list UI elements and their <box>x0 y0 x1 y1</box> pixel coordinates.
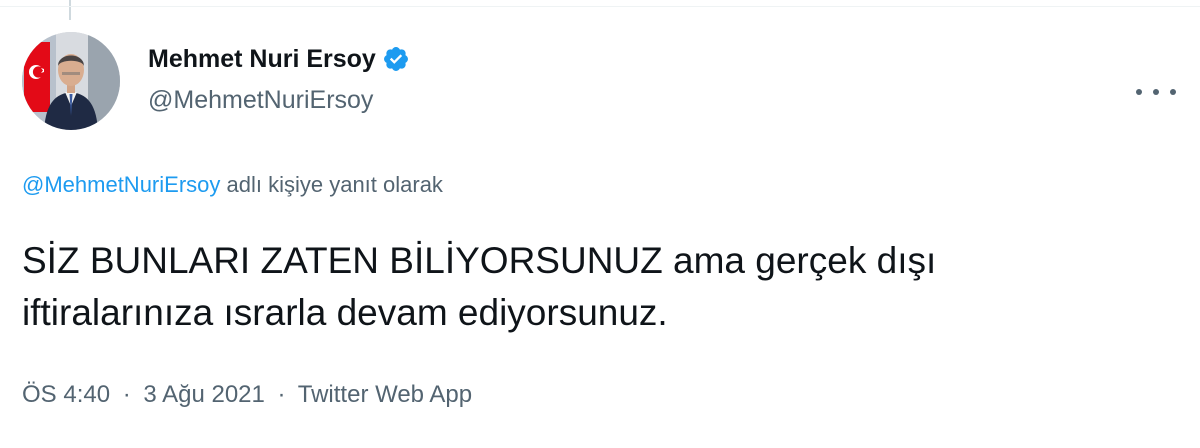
divider <box>0 6 1200 7</box>
meta-separator: · <box>122 381 131 408</box>
tweet-source[interactable]: Twitter Web App <box>298 381 472 408</box>
display-name[interactable]: Mehmet Nuri Ersoy <box>148 45 376 74</box>
more-options-icon[interactable] <box>1136 82 1176 102</box>
tweet-date[interactable]: 3 Ağu 2021 <box>143 381 264 408</box>
tweet-time[interactable]: ÖS 4:40 <box>22 381 110 408</box>
author-handle[interactable]: @MehmetNuriErsoy <box>148 86 410 115</box>
avatar[interactable] <box>22 32 120 130</box>
tweet-meta: ÖS 4:40 · 3 Ağu 2021 · Twitter Web App <box>22 381 472 409</box>
tweet-text: SİZ BUNLARI ZATEN BİLİYORSUNUZ ama gerçe… <box>22 240 937 333</box>
tweet-header: Mehmet Nuri Ersoy @MehmetNuriErsoy <box>22 32 1200 132</box>
reply-mention-link[interactable]: @MehmetNuriErsoy <box>22 172 220 197</box>
thread-connector-line <box>69 0 71 20</box>
tweet-card: Mehmet Nuri Ersoy @MehmetNuriErsoy @Mehm… <box>0 0 1200 448</box>
dot-icon <box>1153 89 1159 95</box>
verified-badge-icon <box>383 47 408 71</box>
author-block: Mehmet Nuri Ersoy @MehmetNuriErsoy <box>148 44 410 115</box>
dot-icon <box>1136 89 1142 95</box>
dot-icon <box>1170 89 1176 95</box>
profile-photo <box>22 32 120 130</box>
meta-separator: · <box>277 381 286 408</box>
reply-context: @MehmetNuriErsoy adlı kişiye yanıt olara… <box>22 172 443 198</box>
name-row: Mehmet Nuri Ersoy <box>148 44 410 74</box>
reply-suffix: adlı kişiye yanıt olarak <box>220 172 443 197</box>
